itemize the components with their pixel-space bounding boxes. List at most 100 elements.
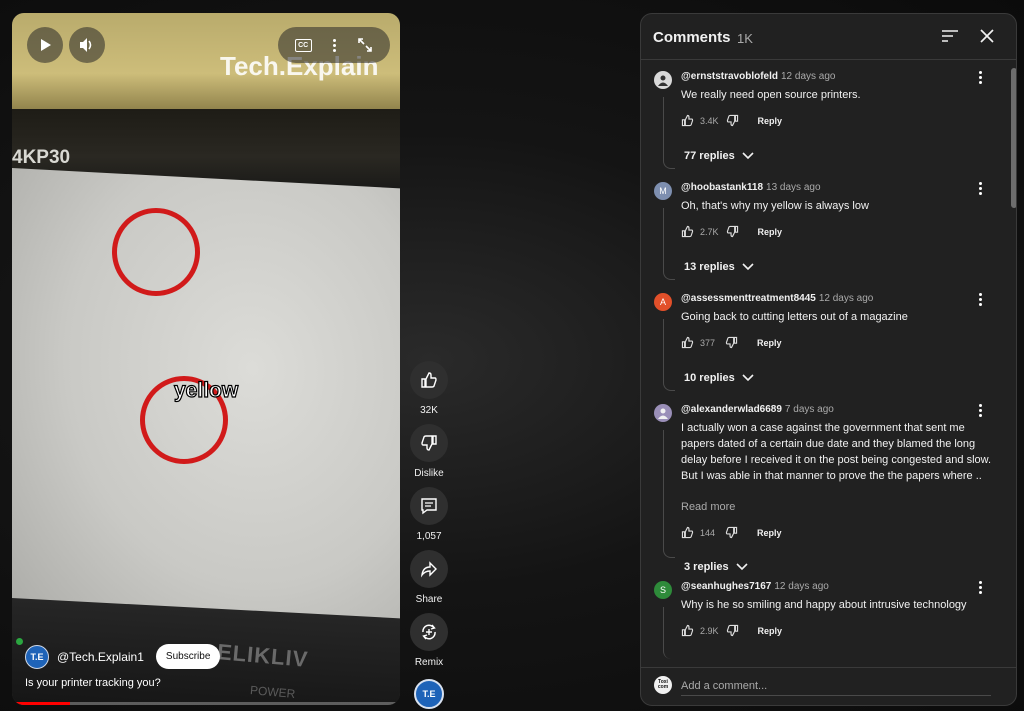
comments-header: Comments 1K bbox=[641, 14, 1016, 60]
subscribe-button[interactable]: Subscribe bbox=[155, 644, 221, 669]
share-icon bbox=[420, 561, 437, 578]
scrollbar-thumb[interactable] bbox=[1011, 68, 1016, 208]
volume-button[interactable] bbox=[69, 27, 105, 63]
thumbs-up-icon[interactable] bbox=[681, 114, 694, 127]
comment-composer: Toxi com bbox=[641, 667, 1016, 705]
reply-button[interactable]: Reply bbox=[758, 227, 783, 237]
comment-header: @assessmenttreatment8445 12 days ago bbox=[681, 293, 873, 304]
replies-toggle[interactable]: 3 replies bbox=[684, 561, 748, 573]
dislike-label: Dislike bbox=[414, 468, 444, 479]
like-count: 32K bbox=[420, 405, 438, 416]
replies-count: 13 replies bbox=[684, 261, 735, 273]
comment-text: Why is he so smiling and happy about int… bbox=[681, 599, 967, 611]
thumbs-up-icon[interactable] bbox=[681, 336, 694, 349]
fullscreen-icon[interactable] bbox=[357, 37, 373, 53]
shorts-page: Tech.Explain 4KP30 ELIKLIV POWER yellow … bbox=[0, 0, 1024, 711]
captions-button[interactable]: CC bbox=[294, 38, 312, 52]
video-player[interactable]: Tech.Explain 4KP30 ELIKLIV POWER yellow … bbox=[12, 13, 400, 705]
thread-line bbox=[663, 97, 675, 169]
thumbs-down-icon[interactable] bbox=[726, 225, 739, 238]
chevron-down-icon bbox=[736, 563, 748, 571]
remix-icon bbox=[422, 624, 436, 640]
player-controls-pill: CC bbox=[278, 27, 390, 63]
comment-menu-button[interactable] bbox=[979, 293, 982, 306]
comment-author[interactable]: @alexanderwlad6689 bbox=[681, 404, 782, 415]
comment-time[interactable]: 12 days ago bbox=[781, 71, 836, 82]
comment-actions: 2.7K Reply bbox=[681, 225, 782, 238]
comment-text: Oh, that's why my yellow is always low bbox=[681, 200, 869, 212]
play-icon bbox=[41, 39, 51, 51]
reply-button[interactable]: Reply bbox=[757, 528, 782, 538]
action-column: 32K Dislike 1,057 Share Remix T.E bbox=[409, 361, 449, 709]
close-button[interactable] bbox=[979, 28, 995, 49]
comment-header: @ernststravoblofeld 12 days ago bbox=[681, 71, 836, 82]
remix-button[interactable] bbox=[410, 613, 448, 651]
reply-button[interactable]: Reply bbox=[758, 116, 783, 126]
commenter-avatar[interactable]: S bbox=[654, 581, 672, 599]
comment-author[interactable]: @hoobastank118 bbox=[681, 182, 763, 193]
play-button[interactable] bbox=[27, 27, 63, 63]
replies-count: 10 replies bbox=[684, 372, 735, 384]
thumbs-up-icon[interactable] bbox=[681, 526, 694, 539]
commenter-avatar[interactable]: A bbox=[654, 293, 672, 311]
overlay-label: yellow bbox=[173, 378, 239, 402]
comment-time[interactable]: 12 days ago bbox=[819, 293, 874, 304]
person-icon bbox=[658, 75, 668, 86]
replies-toggle[interactable]: 10 replies bbox=[684, 372, 754, 384]
like-count: 377 bbox=[700, 337, 716, 348]
thumbs-up-icon[interactable] bbox=[681, 225, 694, 238]
comment-time[interactable]: 13 days ago bbox=[766, 182, 821, 193]
commenter-avatar[interactable] bbox=[654, 71, 672, 89]
comment-menu-button[interactable] bbox=[979, 581, 982, 594]
like-count: 144 bbox=[700, 527, 716, 538]
sort-icon bbox=[942, 30, 958, 42]
more-options-button[interactable] bbox=[332, 38, 336, 52]
commenter-avatar[interactable]: M bbox=[654, 182, 672, 200]
commenter-avatar[interactable] bbox=[654, 404, 672, 422]
comments-button[interactable] bbox=[410, 487, 448, 525]
comment-author[interactable]: @ernststravoblofeld bbox=[681, 71, 778, 82]
thumbs-down-icon[interactable] bbox=[725, 526, 738, 539]
more-vert-icon bbox=[979, 404, 982, 417]
comment-time[interactable]: 7 days ago bbox=[785, 404, 834, 415]
reply-button[interactable]: Reply bbox=[758, 626, 783, 636]
replies-count: 77 replies bbox=[684, 150, 735, 162]
video-title: Is your printer tracking you? bbox=[25, 677, 161, 689]
comment-header: @hoobastank118 13 days ago bbox=[681, 182, 821, 193]
dislike-button[interactable] bbox=[410, 424, 448, 462]
channel-bar: T.E @Tech.Explain1 Subscribe bbox=[25, 644, 221, 669]
thumbs-down-icon[interactable] bbox=[726, 114, 739, 127]
comment-author[interactable]: @assessmenttreatment8445 bbox=[681, 293, 816, 304]
chevron-down-icon bbox=[742, 263, 754, 271]
comment-time[interactable]: 12 days ago bbox=[774, 581, 829, 592]
remix-label: Remix bbox=[414, 657, 444, 668]
thread-line bbox=[663, 319, 675, 391]
comment-menu-button[interactable] bbox=[979, 71, 982, 84]
person-icon bbox=[658, 408, 668, 419]
like-button[interactable] bbox=[410, 361, 448, 399]
comment-header: @seanhughes7167 12 days ago bbox=[681, 581, 829, 592]
replies-toggle[interactable]: 77 replies bbox=[684, 150, 754, 162]
thumbs-up-icon[interactable] bbox=[681, 624, 694, 637]
channel-avatar[interactable]: T.E bbox=[25, 644, 49, 669]
reply-button[interactable]: Reply bbox=[757, 338, 782, 348]
read-more-link[interactable]: Read more bbox=[681, 501, 735, 513]
progress-bar[interactable] bbox=[12, 702, 400, 705]
chevron-down-icon bbox=[742, 374, 754, 382]
comment-author[interactable]: @seanhughes7167 bbox=[681, 581, 771, 592]
comment-menu-button[interactable] bbox=[979, 182, 982, 195]
sort-button[interactable] bbox=[941, 28, 959, 49]
highlight-circle bbox=[112, 208, 200, 296]
add-comment-input[interactable] bbox=[681, 676, 991, 696]
comments-scrollbar[interactable] bbox=[1010, 60, 1016, 660]
thread-line bbox=[663, 208, 675, 280]
comment-menu-button[interactable] bbox=[979, 404, 982, 417]
thumbs-down-icon[interactable] bbox=[726, 624, 739, 637]
channel-avatar-small[interactable]: T.E bbox=[414, 679, 444, 709]
share-button[interactable] bbox=[410, 550, 448, 588]
replies-toggle[interactable]: 13 replies bbox=[684, 261, 754, 273]
comment-icon bbox=[421, 498, 437, 515]
channel-name[interactable]: @Tech.Explain1 bbox=[57, 650, 144, 664]
thread-line bbox=[663, 607, 675, 659]
thumbs-down-icon[interactable] bbox=[725, 336, 738, 349]
